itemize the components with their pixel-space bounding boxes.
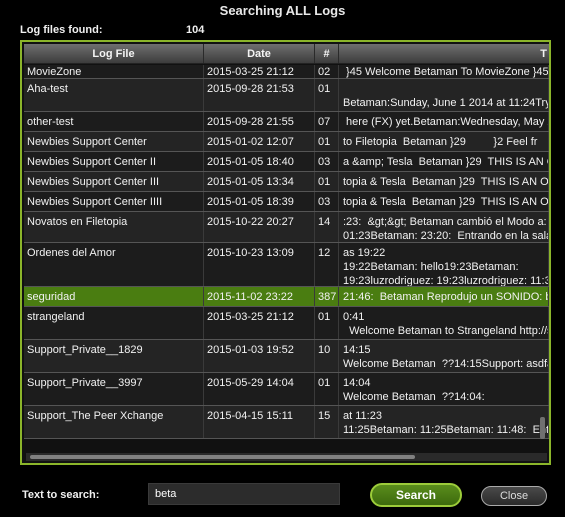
close-button[interactable]: Close: [481, 486, 547, 506]
window-title: Searching ALL Logs: [219, 3, 346, 18]
cell-log-file: seguridad: [24, 287, 204, 306]
table-row[interactable]: Ordenes del Amor 2015-10-23 13:09 12 as 19:…: [24, 243, 549, 287]
table-row[interactable]: Support_Private__3997 2015-05-29 14:04 01 1…: [24, 373, 549, 406]
cell-log-file: Newbies Support Center II: [24, 152, 204, 171]
cell-count: 01: [315, 172, 339, 191]
vertical-scrollbar-thumb[interactable]: [540, 417, 545, 439]
cell-date: 2015-03-25 21:12: [204, 307, 315, 339]
cell-log-file: Support_Private__1829: [24, 340, 204, 372]
cell-text: at 11:23 11:25Betaman: 11:25Betaman: 11:…: [339, 406, 549, 438]
cell-text: here (FX) yet.Betaman:Wednesday, May 28: [339, 112, 549, 131]
cell-date: 2015-11-02 23:22: [204, 287, 315, 306]
table-header: Log File Date # T: [24, 44, 549, 64]
table-row[interactable]: Support_Private__1829 2015-01-03 19:52 10 1…: [24, 340, 549, 373]
cell-text: as 19:22 19:22Betaman: hello19:23Betaman…: [339, 243, 549, 286]
cell-text: :23: &gt;&gt; Betaman cambió el Modo a: …: [339, 212, 549, 242]
cell-count: 01: [315, 307, 339, 339]
cell-text: 14:04 Welcome Betaman ??14:04:: [339, 373, 549, 405]
table-row[interactable]: Aha-test 2015-09-28 21:53 01 Betaman:Sunda…: [24, 79, 549, 112]
cell-text: 21:46: Betaman Reprodujo un SONIDO: ba: [339, 287, 549, 306]
cell-count: 12: [315, 243, 339, 286]
log-results-table[interactable]: Log File Date # T MovieZone 2015-03-25 21…: [20, 40, 551, 465]
cell-text: 0:41 Welcome Betaman to Strangeland http…: [339, 307, 549, 339]
cell-date: 2015-09-28 21:53: [204, 79, 315, 111]
cell-count: 10: [315, 340, 339, 372]
table-row[interactable]: strangeland 2015-03-25 21:12 01 0:41 Welcom…: [24, 307, 549, 340]
table-row[interactable]: Support_The Peer Xchange 2015-04-15 15:11…: [24, 406, 549, 439]
cell-log-file: Aha-test: [24, 79, 204, 111]
cell-log-file: Newbies Support Center IIII: [24, 192, 204, 211]
cell-count: 01: [315, 79, 339, 111]
search-button[interactable]: Search: [370, 483, 462, 507]
cell-count: 03: [315, 152, 339, 171]
table-row[interactable]: Newbies Support Center III 2015-01-05 13:…: [24, 172, 549, 192]
horizontal-scrollbar[interactable]: [26, 453, 547, 461]
horizontal-scrollbar-thumb[interactable]: [30, 455, 415, 459]
cell-date: 2015-05-29 14:04: [204, 373, 315, 405]
table-row[interactable]: Novatos en Filetopia 2015-10-22 20:27 14:2…: [24, 212, 549, 243]
cell-text: a &amp; Tesla Betaman }29 THIS IS AN OV: [339, 152, 549, 171]
cell-text: topia & Tesla Betaman }29 THIS IS AN OV: [339, 172, 549, 191]
cell-log-file: Support_The Peer Xchange: [24, 406, 204, 438]
cell-log-file: MovieZone: [24, 65, 204, 78]
cell-count: 387: [315, 287, 339, 306]
cell-date: 2015-10-22 20:27: [204, 212, 315, 242]
cell-count: 03: [315, 192, 339, 211]
log-files-found-count: 104: [186, 24, 205, 36]
text-to-search-label: Text to search:: [22, 489, 100, 501]
table-row[interactable]: Newbies Support Center 2015-01-02 12:07 01…: [24, 132, 549, 152]
cell-date: 2015-04-15 15:11: [204, 406, 315, 438]
column-header-log-file[interactable]: Log File: [24, 44, 204, 63]
cell-log-file: Support_Private__3997: [24, 373, 204, 405]
log-files-found-label: Log files found:: [20, 24, 103, 36]
table-row[interactable]: Newbies Support Center IIII 2015-01-05 18…: [24, 192, 549, 212]
cell-count: 15: [315, 406, 339, 438]
cell-date: 2015-01-05 18:39: [204, 192, 315, 211]
cell-text: topia & Tesla Betaman }29 THIS IS AN OV: [339, 192, 549, 211]
cell-count: 07: [315, 112, 339, 131]
cell-date: 2015-01-05 18:40: [204, 152, 315, 171]
cell-log-file: Novatos en Filetopia: [24, 212, 204, 242]
cell-date: 2015-01-02 12:07: [204, 132, 315, 151]
cell-text: to Filetopia Betaman }29 }2 Feel fr: [339, 132, 549, 151]
cell-log-file: Ordenes del Amor: [24, 243, 204, 286]
cell-text: 14:15 Welcome Betaman ??14:15Support: as…: [339, 340, 549, 372]
table-row[interactable]: seguridad 2015-11-02 23:22 387 21:46: Betam…: [24, 287, 549, 307]
cell-count: 14: [315, 212, 339, 242]
cell-text: Betaman:Sunday, June 1 2014 at 11:24Tryi…: [339, 79, 549, 111]
column-header-count[interactable]: #: [315, 44, 339, 63]
cell-log-file: strangeland: [24, 307, 204, 339]
cell-text: }45 Welcome Betaman To MovieZone }45: [339, 65, 549, 78]
cell-date: 2015-09-28 21:55: [204, 112, 315, 131]
cell-date: 2015-03-25 21:12: [204, 65, 315, 78]
cell-count: 01: [315, 132, 339, 151]
cell-count: 02: [315, 65, 339, 78]
table-row[interactable]: Newbies Support Center II 2015-01-05 18:4…: [24, 152, 549, 172]
cell-date: 2015-10-23 13:09: [204, 243, 315, 286]
search-input[interactable]: [148, 483, 340, 505]
table-row[interactable]: other-test 2015-09-28 21:55 07 here (FX) y…: [24, 112, 549, 132]
cell-date: 2015-01-03 19:52: [204, 340, 315, 372]
cell-count: 01: [315, 373, 339, 405]
cell-log-file: Newbies Support Center: [24, 132, 204, 151]
table-row[interactable]: MovieZone 2015-03-25 21:12 02 }45 Welcome …: [24, 65, 549, 79]
cell-log-file: Newbies Support Center III: [24, 172, 204, 191]
column-header-date[interactable]: Date: [204, 44, 315, 63]
column-header-text[interactable]: T: [339, 44, 549, 63]
table-body: MovieZone 2015-03-25 21:12 02 }45 Welcome …: [24, 65, 549, 439]
cell-date: 2015-01-05 13:34: [204, 172, 315, 191]
cell-log-file: other-test: [24, 112, 204, 131]
